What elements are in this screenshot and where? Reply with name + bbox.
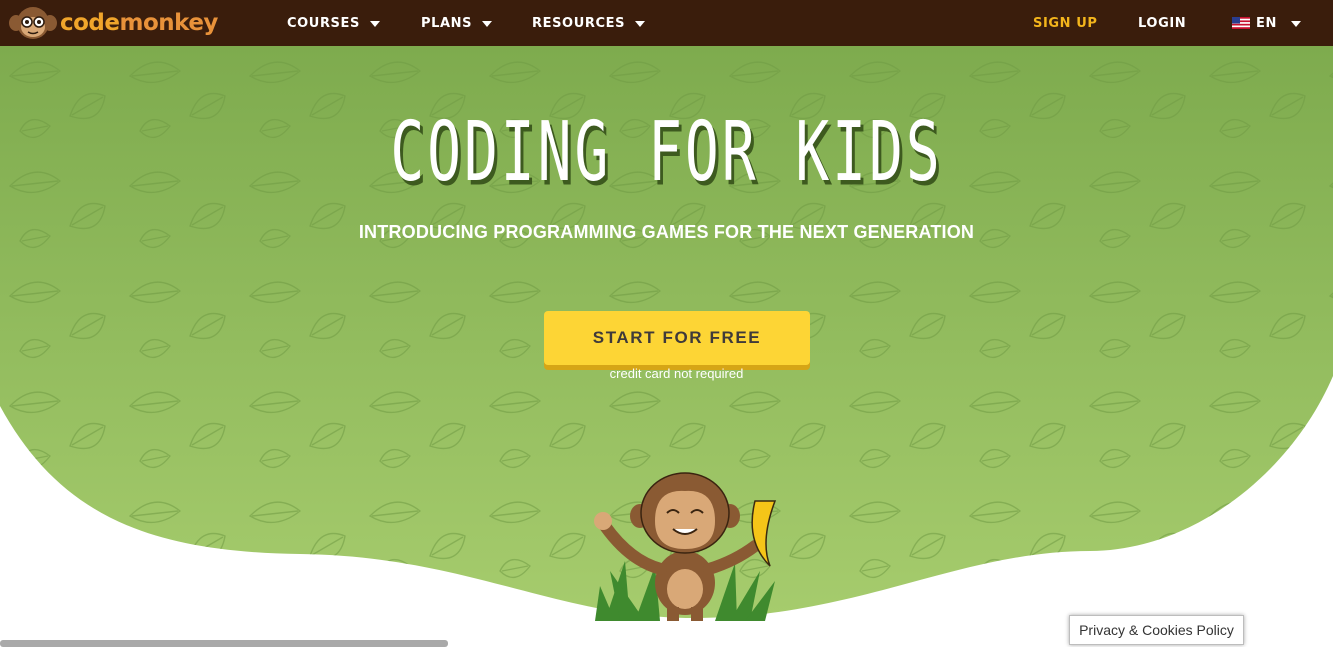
- logo-text-code: code: [60, 10, 120, 36]
- cta-note: credit card not required: [609, 366, 744, 381]
- login-link[interactable]: LOGIN: [1138, 0, 1186, 46]
- top-navbar: codemonkey COURSES PLANS RESOURCES SIGN …: [0, 0, 1333, 46]
- hero-subtitle: INTRODUCING PROGRAMMING GAMES FOR THE NE…: [358, 222, 975, 242]
- logo-text-monkey: monkey: [119, 10, 219, 36]
- start-for-free-button[interactable]: START FOR FREE: [544, 311, 810, 365]
- nav-plans[interactable]: PLANS: [421, 0, 493, 46]
- caret-down-icon: [482, 20, 493, 27]
- privacy-cookies-button[interactable]: Privacy & Cookies Policy: [1069, 615, 1244, 645]
- language-label: EN: [1256, 15, 1277, 31]
- horizontal-scrollbar[interactable]: [0, 640, 448, 647]
- caret-down-icon: [369, 20, 380, 27]
- nav-courses-label: COURSES: [287, 15, 360, 31]
- logo-wordmark: codemonkey: [60, 6, 218, 40]
- nav-resources[interactable]: RESOURCES: [532, 0, 646, 46]
- hero-section: CODING FOR KIDS INTRODUCING PROGRAMMING …: [0, 46, 1333, 647]
- signup-link[interactable]: SIGN UP: [1033, 0, 1098, 46]
- us-flag-icon: [1232, 17, 1250, 29]
- caret-down-icon: [1290, 20, 1301, 27]
- nav-resources-label: RESOURCES: [532, 15, 626, 31]
- monkey-mascot-illustration: [594, 472, 777, 621]
- monkey-logo-icon: [9, 7, 57, 39]
- caret-down-icon: [635, 20, 646, 27]
- hero-title: CODING FOR KIDS: [390, 103, 943, 200]
- language-selector[interactable]: EN: [1232, 0, 1301, 46]
- nav-courses[interactable]: COURSES: [287, 0, 380, 46]
- nav-plans-label: PLANS: [421, 15, 473, 31]
- codemonkey-logo[interactable]: codemonkey: [8, 6, 218, 40]
